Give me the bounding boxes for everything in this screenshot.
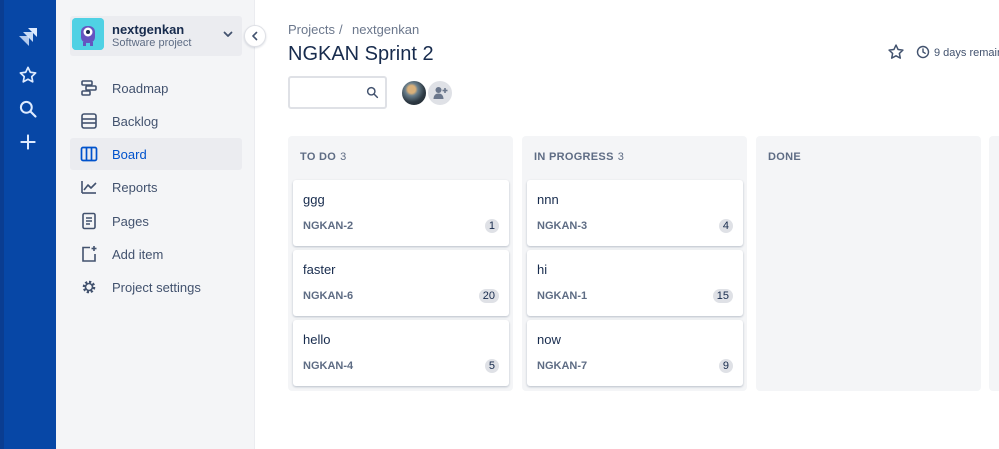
sidebar-item-label: Project settings <box>112 280 201 295</box>
breadcrumb-projects[interactable]: Projects <box>288 22 335 37</box>
story-points-badge: 4 <box>718 219 733 233</box>
star-icon <box>888 44 904 59</box>
app-window: nextgenkan Software project Roadmap Back… <box>0 0 999 449</box>
issue-summary: now <box>537 332 561 347</box>
clock-icon <box>916 45 930 59</box>
column-header: DONE <box>768 151 801 163</box>
issue-key[interactable]: NGKAN-1 <box>537 290 587 302</box>
global-nav-rail <box>0 0 56 449</box>
project-type: Software project <box>112 37 192 49</box>
star-sprint-button[interactable] <box>887 43 905 66</box>
sidebar-item-label: Pages <box>112 214 149 229</box>
issue-card[interactable]: hello NGKAN-4 5 <box>293 320 509 386</box>
issue-key[interactable]: NGKAN-6 <box>303 290 353 302</box>
collapse-sidebar-button[interactable] <box>244 25 266 47</box>
issue-card[interactable]: hi NGKAN-1 15 <box>527 250 743 316</box>
story-points-badge: 20 <box>478 289 499 303</box>
search-icon <box>366 86 379 99</box>
issue-card[interactable]: faster NGKAN-6 20 <box>293 250 509 316</box>
column-name: IN PROGRESS <box>534 151 614 163</box>
board-search[interactable] <box>288 76 387 109</box>
search-icon[interactable] <box>12 93 44 125</box>
rail-edge <box>0 0 4 449</box>
board-main: Projects / nextgenkan NGKAN Sprint 2 9 d… <box>256 0 999 449</box>
user-avatar[interactable] <box>400 79 428 107</box>
pages-icon <box>82 212 96 230</box>
sidebar-item-label: Add item <box>112 247 164 262</box>
project-sidebar: nextgenkan Software project Roadmap Back… <box>56 0 255 449</box>
plus-icon[interactable] <box>12 126 44 158</box>
column-count: 3 <box>617 151 625 163</box>
issue-summary: ggg <box>303 192 325 207</box>
breadcrumb-separator: / <box>339 22 343 37</box>
breadcrumb-project[interactable]: nextgenkan <box>352 22 419 37</box>
issue-card[interactable]: nnn NGKAN-3 4 <box>527 180 743 246</box>
story-points-badge: 1 <box>484 219 499 233</box>
issue-card[interactable]: ggg NGKAN-2 1 <box>293 180 509 246</box>
story-points-badge: 9 <box>718 359 733 373</box>
column-header: IN PROGRESS 3 <box>534 151 624 163</box>
page-title: NGKAN Sprint 2 <box>288 43 434 65</box>
story-points-badge: 15 <box>712 289 733 303</box>
add-item-icon <box>82 246 97 262</box>
sidebar-item-project-settings[interactable]: Project settings <box>70 271 242 303</box>
column-todo: TO DO 3 ggg NGKAN-2 1 faster NGKAN-6 20 h… <box>288 136 513 391</box>
story-points-badge: 5 <box>484 359 499 373</box>
issue-summary: faster <box>303 262 336 277</box>
days-remaining-text: 9 days remain <box>934 47 999 59</box>
star-icon[interactable] <box>12 59 44 91</box>
roadmap-icon <box>81 80 97 96</box>
project-name: nextgenkan <box>112 22 185 37</box>
project-avatar <box>72 18 104 50</box>
column-name: TO DO <box>300 151 337 163</box>
gear-icon <box>82 280 96 294</box>
chevron-left-icon <box>252 31 258 41</box>
issue-summary: hi <box>537 262 548 277</box>
issue-card[interactable]: now NGKAN-7 9 <box>527 320 743 386</box>
add-person-icon <box>433 87 448 99</box>
issue-key[interactable]: NGKAN-4 <box>303 360 353 372</box>
column-name: DONE <box>768 151 801 163</box>
board-icon <box>80 146 98 162</box>
sidebar-item-add-item[interactable]: Add item <box>70 238 242 270</box>
issue-summary: hello <box>303 332 331 347</box>
add-people-button[interactable] <box>426 79 454 107</box>
issue-key[interactable]: NGKAN-7 <box>537 360 587 372</box>
column-count: 3 <box>340 151 347 163</box>
issue-summary: nnn <box>537 192 559 207</box>
backlog-icon <box>81 113 97 129</box>
sidebar-item-reports[interactable]: Reports <box>70 171 242 203</box>
sidebar-item-label: Reports <box>112 180 158 195</box>
sprint-time-remaining: 9 days remain <box>916 45 999 59</box>
sidebar-item-label: Backlog <box>112 114 159 129</box>
sidebar-item-label: Board <box>112 147 147 162</box>
project-switcher[interactable]: nextgenkan Software project <box>70 16 242 56</box>
reports-icon <box>81 181 97 194</box>
sidebar-item-pages[interactable]: Pages <box>70 205 242 237</box>
column-header: TO DO 3 <box>300 151 347 163</box>
jira-logo-icon[interactable] <box>12 21 44 53</box>
chevron-down-icon <box>223 31 233 37</box>
column-partial <box>989 136 999 391</box>
sidebar-item-backlog[interactable]: Backlog <box>70 105 242 137</box>
sidebar-item-roadmap[interactable]: Roadmap <box>70 72 242 104</box>
column-done: DONE <box>756 136 981 391</box>
sidebar-item-board[interactable]: Board <box>70 138 242 170</box>
issue-key[interactable]: NGKAN-2 <box>303 220 353 232</box>
column-in-progress: IN PROGRESS 3 nnn NGKAN-3 4 hi NGKAN-1 15… <box>522 136 747 391</box>
search-input[interactable] <box>296 84 360 102</box>
issue-key[interactable]: NGKAN-3 <box>537 220 587 232</box>
sidebar-item-label: Roadmap <box>112 81 169 96</box>
